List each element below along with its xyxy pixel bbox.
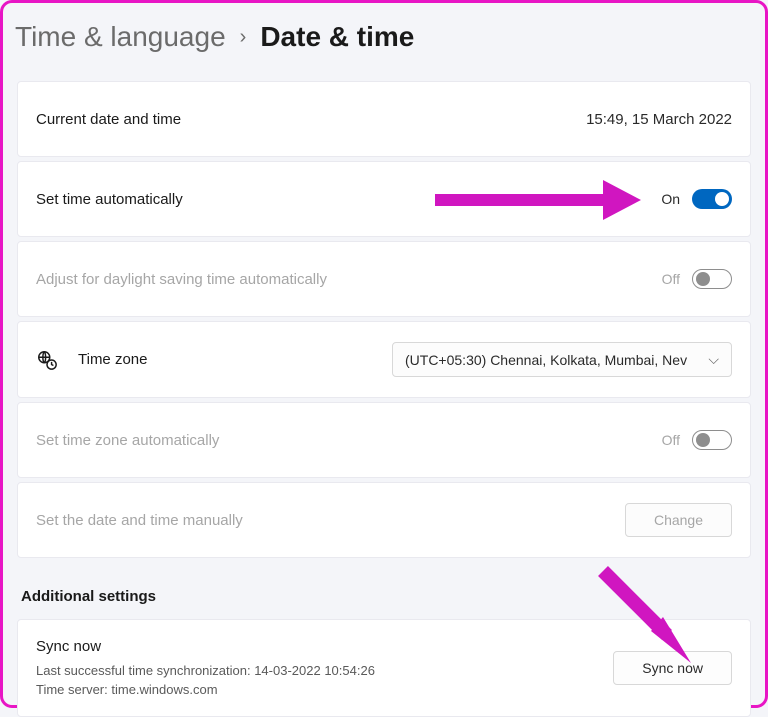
sync-now-row: Sync now Last successful time synchroniz… xyxy=(17,619,751,717)
current-datetime-label: Current date and time xyxy=(36,111,181,128)
dst-label: Adjust for daylight saving time automati… xyxy=(36,271,327,288)
manual-datetime-label: Set the date and time manually xyxy=(36,512,243,529)
globe-clock-icon xyxy=(36,349,58,371)
breadcrumb-current: Date & time xyxy=(260,21,414,53)
timezone-auto-toggle xyxy=(692,430,732,450)
dst-row: Adjust for daylight saving time automati… xyxy=(17,241,751,317)
additional-settings-heading: Additional settings xyxy=(3,562,765,619)
timezone-auto-label: Set time zone automatically xyxy=(36,432,219,449)
timezone-auto-row: Set time zone automatically Off xyxy=(17,402,751,478)
timezone-selected: (UTC+05:30) Chennai, Kolkata, Mumbai, Ne… xyxy=(405,352,687,368)
dst-toggle xyxy=(692,269,732,289)
dst-state: Off xyxy=(662,271,680,287)
chevron-right-icon: › xyxy=(240,26,247,49)
sync-title: Sync now xyxy=(36,636,375,659)
set-time-auto-row[interactable]: Set time automatically On xyxy=(17,161,751,237)
change-button: Change xyxy=(625,503,732,537)
breadcrumb: Time & language › Date & time xyxy=(3,3,765,81)
sync-server: Time server: time.windows.com xyxy=(36,680,375,700)
set-time-auto-state: On xyxy=(661,191,680,207)
timezone-label: Time zone xyxy=(78,351,147,368)
timezone-dropdown[interactable]: (UTC+05:30) Chennai, Kolkata, Mumbai, Ne… xyxy=(392,342,732,377)
sync-last: Last successful time synchronization: 14… xyxy=(36,661,375,681)
sync-now-button[interactable]: Sync now xyxy=(613,651,732,685)
set-time-auto-label: Set time automatically xyxy=(36,191,183,208)
timezone-auto-state: Off xyxy=(662,432,680,448)
timezone-row: Time zone (UTC+05:30) Chennai, Kolkata, … xyxy=(17,321,751,398)
chevron-down-icon: ⌵ xyxy=(708,351,719,368)
breadcrumb-parent[interactable]: Time & language xyxy=(15,21,226,53)
current-datetime-value: 15:49, 15 March 2022 xyxy=(586,111,732,128)
current-datetime-row: Current date and time 15:49, 15 March 20… xyxy=(17,81,751,157)
set-time-auto-toggle[interactable] xyxy=(692,189,732,209)
manual-datetime-row: Set the date and time manually Change xyxy=(17,482,751,558)
